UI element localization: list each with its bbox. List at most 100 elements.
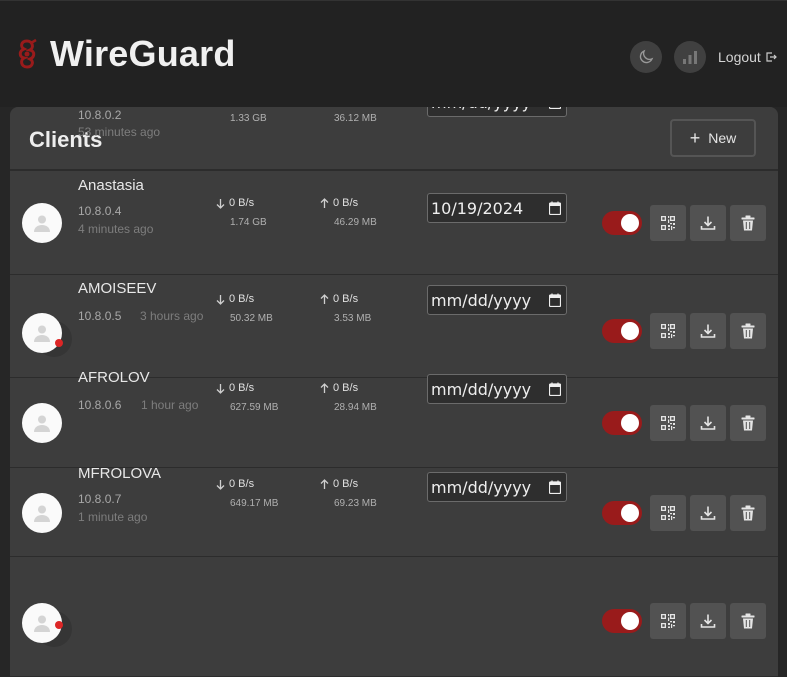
toggle-knob <box>621 214 639 232</box>
client-last-seen: 1 hour ago <box>141 398 199 412</box>
calendar-icon[interactable] <box>549 201 561 215</box>
avatar <box>22 493 62 533</box>
trash-icon <box>741 323 755 339</box>
client-last-seen: 1 minute ago <box>78 510 148 524</box>
client-enabled-toggle[interactable] <box>602 211 642 235</box>
avatar <box>22 313 62 353</box>
download-total: 627.59 MB <box>230 402 279 413</box>
arrow-down-icon <box>216 479 225 490</box>
upload-rate: 0 B/s <box>320 197 358 209</box>
download-config-button[interactable] <box>690 495 726 531</box>
calendar-icon[interactable] <box>549 382 561 396</box>
client-row: MFROLOVA 10.8.0.7 1 minute ago 0 B/s 649.17 … <box>10 465 778 677</box>
user-icon <box>34 415 50 432</box>
trash-icon <box>741 415 755 431</box>
expiry-date-input[interactable]: mm/dd/yyyy <box>427 374 567 404</box>
expiry-date-input[interactable]: mm/dd/yyyy <box>427 472 567 502</box>
logout-label: Logout <box>718 49 761 65</box>
client-ip: 10.8.0.5 <box>78 309 122 323</box>
upload-rate-value: 0 B/s <box>333 478 359 490</box>
download-config-button[interactable] <box>690 603 726 639</box>
show-qr-button[interactable] <box>650 313 686 349</box>
avatar <box>22 403 62 443</box>
download-rate-value: 0 B/s <box>229 197 255 209</box>
online-status-dot <box>55 621 63 629</box>
download-icon <box>700 324 716 338</box>
qr-code-icon <box>661 614 675 628</box>
show-qr-button[interactable] <box>650 405 686 441</box>
download-config-button[interactable] <box>690 313 726 349</box>
download-config-button[interactable] <box>690 405 726 441</box>
download-total: 50.32 MB <box>230 313 273 324</box>
show-qr-button[interactable] <box>650 205 686 241</box>
upload-rate: 0 B/s <box>320 382 358 394</box>
download-icon <box>700 614 716 628</box>
client-last-seen: 53 minutes ago <box>78 125 161 139</box>
avatar <box>22 203 62 243</box>
new-client-label: New <box>708 130 737 146</box>
upload-rate: 0 B/s <box>320 293 358 305</box>
client-ip: 10.8.0.7 <box>78 492 122 506</box>
client-enabled-toggle[interactable] <box>602 319 642 343</box>
client-name: Anastasia <box>78 177 144 194</box>
delete-client-button[interactable] <box>730 205 766 241</box>
show-qr-button[interactable] <box>650 603 686 639</box>
download-rate: 0 B/s <box>216 478 254 490</box>
online-status-dot <box>55 339 63 347</box>
delete-client-button[interactable] <box>730 405 766 441</box>
user-icon <box>34 215 50 232</box>
arrow-up-icon <box>320 293 329 304</box>
toggle-knob <box>621 504 639 522</box>
expiry-date-value: mm/dd/yyyy <box>431 477 532 497</box>
expiry-date-input[interactable]: mm/dd/yyyy <box>427 285 567 315</box>
download-rate: 0 B/s <box>216 293 254 305</box>
arrow-up-icon <box>320 197 329 208</box>
client-name: AFROLOV <box>78 369 150 386</box>
download-icon <box>700 506 716 520</box>
client-name: AMOISEEV <box>78 280 157 297</box>
upload-rate-value: 0 B/s <box>333 293 359 305</box>
theme-toggle-button[interactable] <box>630 41 662 73</box>
calendar-icon[interactable] <box>549 293 561 307</box>
calendar-icon[interactable] <box>549 480 561 494</box>
download-total: 649.17 MB <box>230 498 279 509</box>
show-qr-button[interactable] <box>650 495 686 531</box>
expiry-date-value: mm/dd/yyyy <box>431 107 531 112</box>
download-rate-value: 0 B/s <box>229 293 255 305</box>
upload-total: 69.23 MB <box>334 498 377 509</box>
expiry-date-value: 10/19/2024 <box>431 198 524 218</box>
app-title: WireGuard <box>50 33 236 74</box>
client-enabled-toggle[interactable] <box>602 609 642 633</box>
toggle-knob <box>621 322 639 340</box>
delete-client-button[interactable] <box>730 603 766 639</box>
logout-link[interactable]: Logout <box>718 49 777 65</box>
client-last-seen: 4 minutes ago <box>78 222 154 236</box>
wireguard-logo-icon <box>18 38 37 69</box>
bar-chart-icon <box>683 51 697 64</box>
delete-client-button[interactable] <box>730 495 766 531</box>
download-icon <box>700 416 716 430</box>
arrow-down-icon <box>216 294 225 305</box>
client-enabled-toggle[interactable] <box>602 411 642 435</box>
delete-client-button[interactable] <box>730 313 766 349</box>
download-config-button[interactable] <box>690 205 726 241</box>
download-total: 1.33 GB <box>230 113 267 124</box>
calendar-icon[interactable] <box>549 107 561 109</box>
new-client-button[interactable]: + New <box>670 119 756 157</box>
logout-icon <box>766 52 777 62</box>
stats-toggle-button[interactable] <box>674 41 706 73</box>
client-last-seen: 3 hours ago <box>140 309 204 323</box>
upload-total: 28.94 MB <box>334 402 377 413</box>
download-rate-value: 0 B/s <box>229 382 255 394</box>
qr-code-icon <box>661 216 675 230</box>
qr-code-icon <box>661 506 675 520</box>
upload-total: 3.53 MB <box>334 313 372 324</box>
expiry-date-input[interactable]: mm/dd/yyyy <box>427 107 567 117</box>
expiry-date-value: mm/dd/yyyy <box>431 379 532 399</box>
clients-panel: Clients + New tagrolka_m10.8.0.253 minut… <box>10 107 778 677</box>
user-icon <box>34 505 50 522</box>
trash-icon <box>741 613 755 629</box>
upload-total: 46.29 MB <box>334 217 377 228</box>
expiry-date-input[interactable]: 10/19/2024 <box>427 193 567 223</box>
client-enabled-toggle[interactable] <box>602 501 642 525</box>
